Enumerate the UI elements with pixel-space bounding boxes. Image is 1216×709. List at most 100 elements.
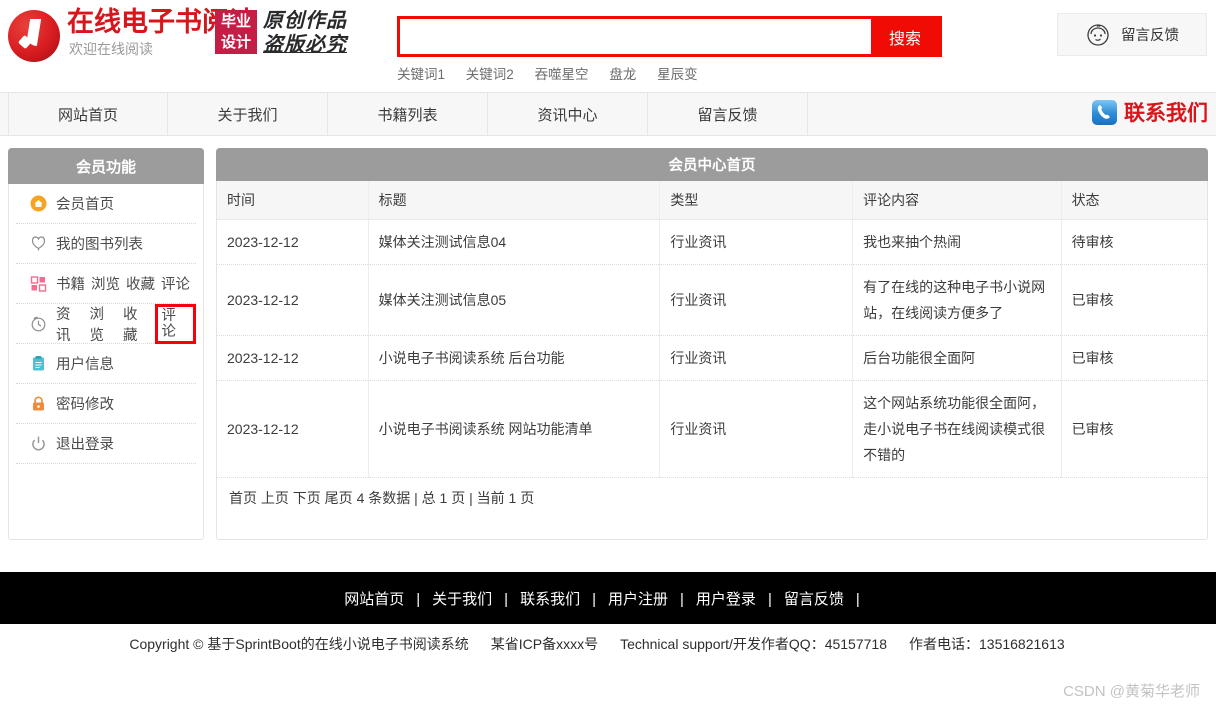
sidebar-item-news[interactable]: 资讯 浏览 收藏 评论 xyxy=(16,303,196,345)
nav-item-about[interactable]: 关于我们 xyxy=(168,93,328,135)
search-input[interactable] xyxy=(400,19,871,54)
sidebar-item-my-books[interactable]: 我的图书列表 xyxy=(16,224,196,264)
sidebar-sublink-browse[interactable]: 浏览 xyxy=(91,273,120,294)
clock-icon xyxy=(31,316,46,332)
footer-link-home[interactable]: 网站首页 xyxy=(344,591,404,608)
cell-comment: 有了在线的这种电子书小说网站，在线阅读方便多了 xyxy=(852,264,1062,336)
calligraphy-slogan: 原创作品 盗版必究 xyxy=(263,8,347,56)
search-row: 搜索 xyxy=(397,16,942,57)
sidebar-item-books[interactable]: 书籍 浏览 收藏 评论 xyxy=(16,264,196,304)
sidebar-item-label: 用户信息 xyxy=(56,357,114,373)
site-header: 在线电子书阅读 欢迎在线阅读 毕业 设计 原创作品 盗版必究 搜索 关键词1 关… xyxy=(0,0,1216,92)
nav-item-feedback[interactable]: 留言反馈 xyxy=(648,93,808,135)
pager-next[interactable]: 下页 xyxy=(293,490,321,506)
pager-prev[interactable]: 上页 xyxy=(261,490,289,506)
nav-item-home[interactable]: 网站首页 xyxy=(8,93,168,135)
sidebar-item-main-label: 书籍 xyxy=(56,277,85,293)
table-row[interactable]: 2023-12-12 小说电子书阅读系统 网站功能清单 行业资讯 这个网站系统功… xyxy=(217,380,1207,478)
grid-icon xyxy=(30,276,47,292)
footer-divider: | xyxy=(416,590,421,608)
copyright-phone: 作者电话：13516821613 xyxy=(909,636,1065,652)
sidebar-item-main-label: 资讯 xyxy=(56,306,71,344)
pager-summary: 4 条数据 | 总 1 页 | 当前 1 页 xyxy=(356,490,535,506)
sidebar-item-label: 会员首页 xyxy=(56,197,114,213)
cell-time: 2023-12-12 xyxy=(217,264,369,336)
sidebar-item-change-password[interactable]: 密码修改 xyxy=(16,384,196,424)
footer-links: 网站首页 | 关于我们 | 联系我们 | 用户注册 | 用户登录 | 留言反馈 | xyxy=(344,588,872,609)
cell-type: 行业资讯 xyxy=(659,219,854,265)
sidebar-sublink-comment-highlighted[interactable]: 评论 xyxy=(154,303,196,344)
feedback-button[interactable]: 留言反馈 xyxy=(1057,13,1207,56)
cell-time: 2023-12-12 xyxy=(217,219,369,265)
sidebar-item-label: 我的图书列表 xyxy=(56,237,143,253)
cell-comment: 我也来抽个热闹 xyxy=(852,219,1062,265)
footer-divider: | xyxy=(504,590,509,608)
nav-item-news-center[interactable]: 资讯中心 xyxy=(488,93,648,135)
main-navigation: 网站首页 关于我们 书籍列表 资讯中心 留言反馈 联系我们 xyxy=(0,92,1216,136)
clipboard-icon xyxy=(33,356,44,371)
footer-divider: | xyxy=(592,590,596,608)
keyword-item-4[interactable]: 盘龙 xyxy=(609,67,636,82)
badge-line-1: 毕业 xyxy=(220,13,251,30)
cell-type: 行业资讯 xyxy=(659,335,854,381)
member-sidebar: 会员功能 会员首页 我的图书列表 书籍 浏览 收藏 评论 资讯 浏览 收藏 评论… xyxy=(8,148,204,540)
copyright-qq: Technical support/开发作者QQ：45157718 xyxy=(620,636,887,652)
footer-divider: | xyxy=(855,590,860,608)
csdn-watermark: CSDN @黄菊华老师 xyxy=(1063,683,1200,700)
status-badge: 待审核 xyxy=(1061,219,1207,265)
column-header-time: 时间 xyxy=(217,181,369,220)
footer-link-contact[interactable]: 联系我们 xyxy=(520,591,580,608)
status-badge: 已审核 xyxy=(1061,335,1207,381)
calligraphy-line-1: 原创作品 xyxy=(263,8,347,32)
sidebar-item-logout[interactable]: 退出登录 xyxy=(16,424,196,464)
badge-line-2: 设计 xyxy=(220,34,251,51)
copyright-main: Copyright © 基于SprintBoot的在线小说电子书阅读系统 xyxy=(129,636,469,652)
sidebar-item-label: 密码修改 xyxy=(56,397,114,413)
footer-link-register[interactable]: 用户注册 xyxy=(608,591,668,608)
table-row[interactable]: 2023-12-12 媒体关注测试信息05 行业资讯 有了在线的这种电子书小说网… xyxy=(217,264,1207,336)
contact-us-button[interactable]: 联系我们 xyxy=(1092,97,1208,127)
keyword-item-1[interactable]: 关键词1 xyxy=(397,67,445,82)
cell-time: 2023-12-12 xyxy=(217,380,369,478)
pager-last[interactable]: 尾页 xyxy=(325,490,353,506)
page-root: 在线电子书阅读 欢迎在线阅读 毕业 设计 原创作品 盗版必究 搜索 关键词1 关… xyxy=(0,0,1216,709)
search-button[interactable]: 搜索 xyxy=(871,19,939,54)
logo-mark-icon xyxy=(8,10,60,62)
footer-link-bar: 网站首页 | 关于我们 | 联系我们 | 用户注册 | 用户登录 | 留言反馈 | xyxy=(0,572,1216,624)
cell-title: 小说电子书阅读系统 后台功能 xyxy=(368,335,661,381)
cell-type: 行业资讯 xyxy=(659,264,854,336)
table-row[interactable]: 2023-12-12 小说电子书阅读系统 后台功能 行业资讯 后台功能很全面阿 … xyxy=(217,335,1207,381)
power-icon xyxy=(32,436,45,451)
footer-link-feedback[interactable]: 留言反馈 xyxy=(784,591,844,608)
hot-keywords: 关键词1 关键词2 吞噬星空 盘龙 星辰变 xyxy=(397,63,942,83)
main-content: 会员功能 会员首页 我的图书列表 书籍 浏览 收藏 评论 资讯 浏览 收藏 评论… xyxy=(0,136,1216,556)
table-row[interactable]: 2023-12-12 媒体关注测试信息04 行业资讯 我也来抽个热闹 待审核 xyxy=(217,219,1207,265)
cell-comment: 这个网站系统功能很全面阿，走小说电子书在线阅读模式很不错的 xyxy=(852,380,1062,478)
phone-icon xyxy=(1092,99,1117,125)
cell-time: 2023-12-12 xyxy=(217,335,369,381)
column-header-title: 标题 xyxy=(368,181,661,220)
cell-title: 小说电子书阅读系统 网站功能清单 xyxy=(368,380,661,478)
sidebar-sublink-favorite[interactable]: 收藏 xyxy=(123,303,151,345)
sidebar-sublink-browse[interactable]: 浏览 xyxy=(90,303,118,345)
keyword-item-3[interactable]: 吞噬星空 xyxy=(535,67,589,82)
graduation-design-badge: 毕业 设计 xyxy=(215,10,257,54)
sidebar-item-user-info[interactable]: 用户信息 xyxy=(16,344,196,384)
status-badge: 已审核 xyxy=(1061,264,1207,336)
sidebar-sublink-favorite[interactable]: 收藏 xyxy=(126,273,155,294)
footer-link-about[interactable]: 关于我们 xyxy=(432,591,492,608)
keyword-item-2[interactable]: 关键词2 xyxy=(466,67,514,82)
sidebar-sublink-comment[interactable]: 评论 xyxy=(161,273,190,294)
pager-first[interactable]: 首页 xyxy=(229,490,257,506)
nav-item-book-list[interactable]: 书籍列表 xyxy=(328,93,488,135)
sidebar-item-member-home[interactable]: 会员首页 xyxy=(16,184,196,224)
copyright-line: Copyright © 基于SprintBoot的在线小说电子书阅读系统 某省IC… xyxy=(0,634,1216,654)
calligraphy-line-2: 盗版必究 xyxy=(263,32,347,56)
home-icon xyxy=(30,195,47,212)
status-badge: 已审核 xyxy=(1061,380,1207,478)
keyword-item-5[interactable]: 星辰变 xyxy=(657,67,698,82)
customer-service-icon xyxy=(1087,23,1109,46)
footer-link-login[interactable]: 用户登录 xyxy=(696,591,756,608)
pagination: 首页 上页 下页 尾页 4 条数据 | 总 1 页 | 当前 1 页 xyxy=(217,478,1207,518)
lock-icon xyxy=(33,396,44,411)
